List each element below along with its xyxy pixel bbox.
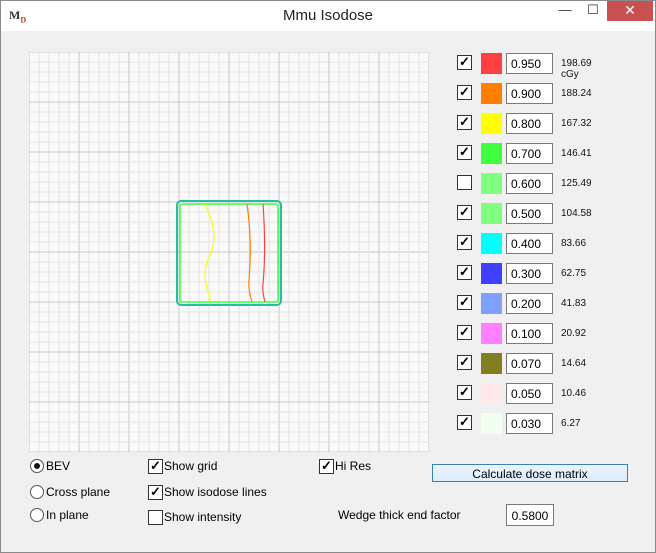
level-checkbox[interactable]: ✓ (457, 264, 472, 280)
level-value-input[interactable]: 0.030 (506, 413, 553, 434)
dose-plot-canvas (29, 52, 429, 452)
show-grid-checkbox[interactable]: ✓ (148, 458, 163, 474)
level-checkbox[interactable] (457, 175, 472, 190)
radio-bev[interactable] (30, 459, 44, 473)
level-value-input[interactable]: 0.400 (506, 233, 553, 254)
check-icon: ✓ (459, 414, 470, 429)
level-dose-label: 20.92 (561, 328, 587, 339)
level-value-input[interactable]: 0.200 (506, 293, 553, 314)
level-value-input[interactable]: 0.070 (506, 353, 553, 374)
level-checkbox[interactable]: ✓ (457, 54, 472, 70)
level-color-swatch[interactable] (481, 173, 502, 194)
level-dose-label: 167.32 (561, 118, 592, 129)
client-area: ✓ 0.950 198.69 cGy ✓ 0.900 188.24 ✓ 0.800 167.32… (9, 31, 647, 544)
radio-cross-plane[interactable] (30, 485, 44, 499)
level-color-swatch[interactable] (481, 413, 502, 434)
level-dose-label: 125.49 (561, 178, 592, 189)
level-color-swatch[interactable] (481, 293, 502, 314)
radio-label-bev[interactable]: BEV (46, 459, 70, 473)
level-color-swatch[interactable] (481, 53, 502, 74)
level-dose-label: 62.75 (561, 268, 587, 279)
level-checkbox[interactable]: ✓ (457, 84, 472, 100)
level-color-swatch[interactable] (481, 203, 502, 224)
level-color-swatch[interactable] (481, 143, 502, 164)
check-icon: ✓ (459, 234, 470, 249)
app-window: MD Mmu Isodose — ☐ ✕ ✓ 0.950 198.69 cGy ✓ 0.… (0, 0, 656, 553)
check-icon: ✓ (459, 324, 470, 339)
check-icon: ✓ (459, 384, 470, 399)
close-icon[interactable]: ✕ (607, 1, 653, 21)
level-value-input[interactable]: 0.800 (506, 113, 553, 134)
level-checkbox[interactable]: ✓ (457, 324, 472, 340)
dose-plot[interactable] (29, 52, 429, 452)
level-checkbox[interactable]: ✓ (457, 414, 472, 430)
level-value-input[interactable]: 0.600 (506, 173, 553, 194)
level-value-input[interactable]: 0.050 (506, 383, 553, 404)
level-value-input[interactable]: 0.900 (506, 83, 553, 104)
radio-dot (34, 463, 40, 469)
radio-label-cross-plane[interactable]: Cross plane (46, 485, 110, 499)
level-checkbox[interactable]: ✓ (457, 114, 472, 130)
check-icon: ✓ (150, 484, 161, 499)
level-checkbox[interactable]: ✓ (457, 144, 472, 160)
level-color-swatch[interactable] (481, 83, 502, 104)
level-dose-label: 10.46 (561, 388, 587, 399)
title-bar: MD Mmu Isodose — ☐ ✕ (1, 1, 655, 31)
level-checkbox[interactable]: ✓ (457, 354, 472, 370)
level-dose-label: 83.66 (561, 238, 587, 249)
check-icon: ✓ (459, 294, 470, 309)
show-isodose-lines-checkbox[interactable]: ✓ (148, 484, 163, 500)
level-color-swatch[interactable] (481, 323, 502, 344)
check-icon: ✓ (459, 84, 470, 99)
isodose-line-95 (262, 203, 266, 303)
show-isodose-lines-label[interactable]: Show isodose lines (164, 485, 267, 499)
level-dose-label: 198.69 cGy (561, 58, 592, 80)
level-color-swatch[interactable] (481, 263, 502, 284)
level-checkbox[interactable]: ✓ (457, 384, 472, 400)
level-value-input[interactable]: 0.700 (506, 143, 553, 164)
level-checkbox[interactable]: ✓ (457, 234, 472, 250)
check-icon: ✓ (321, 458, 332, 473)
level-dose-label: 188.24 (561, 88, 592, 99)
level-color-swatch[interactable] (481, 113, 502, 134)
minimize-icon[interactable]: — (551, 1, 579, 21)
show-intensity-label[interactable]: Show intensity (164, 510, 241, 524)
check-icon: ✓ (459, 114, 470, 129)
radio-in-plane[interactable] (30, 508, 44, 522)
check-icon: ✓ (459, 54, 470, 69)
check-icon: ✓ (459, 204, 470, 219)
calculate-dose-matrix-button[interactable]: Calculate dose matrix (432, 464, 628, 482)
check-icon: ✓ (459, 264, 470, 279)
maximize-icon[interactable]: ☐ (579, 1, 607, 21)
check-icon: ✓ (459, 354, 470, 369)
level-dose-label: 14.64 (561, 358, 587, 369)
check-icon: ✓ (150, 458, 161, 473)
level-dose-label: 146.41 (561, 148, 592, 159)
level-checkbox[interactable]: ✓ (457, 204, 472, 220)
wedge-factor-label: Wedge thick end factor (338, 508, 461, 522)
hi-res-label[interactable]: Hi Res (335, 459, 371, 473)
level-value-input[interactable]: 0.300 (506, 263, 553, 284)
level-color-swatch[interactable] (481, 233, 502, 254)
level-dose-label: 41.83 (561, 298, 587, 309)
radio-label-in-plane[interactable]: In plane (46, 508, 89, 522)
level-color-swatch[interactable] (481, 383, 502, 404)
wedge-factor-input[interactable]: 0.5800 (506, 504, 554, 526)
level-checkbox[interactable]: ✓ (457, 294, 472, 310)
show-intensity-checkbox[interactable] (148, 510, 163, 525)
level-color-swatch[interactable] (481, 353, 502, 374)
level-dose-label: 6.27 (561, 418, 581, 429)
level-dose-label: 104.58 (561, 208, 592, 219)
level-value-input[interactable]: 0.100 (506, 323, 553, 344)
show-grid-label[interactable]: Show grid (164, 459, 217, 473)
check-icon: ✓ (459, 144, 470, 159)
level-value-input[interactable]: 0.500 (506, 203, 553, 224)
level-value-input[interactable]: 0.950 (506, 53, 553, 74)
hi-res-checkbox[interactable]: ✓ (319, 458, 334, 474)
